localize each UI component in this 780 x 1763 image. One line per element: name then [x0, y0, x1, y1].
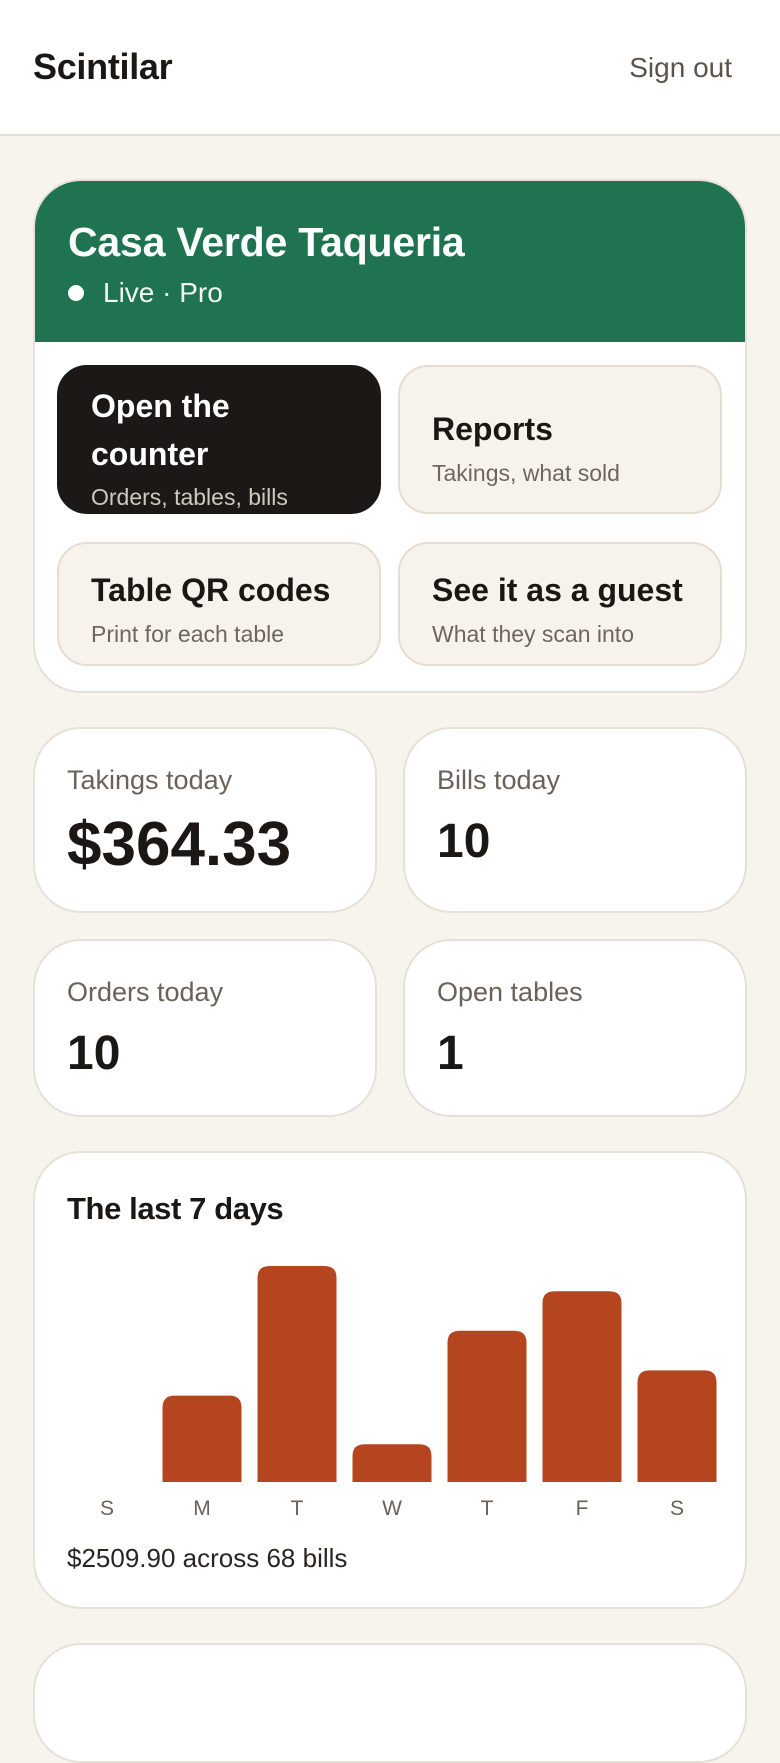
stat-label: Takings today [67, 765, 233, 795]
open-tables-card: Open tables 1 [403, 939, 747, 1117]
open-counter-button[interactable]: Open the counter Orders, tables, bills [57, 365, 381, 514]
venue-status-text: Live · Pro [103, 277, 223, 308]
venue-status: Live · Pro [68, 277, 223, 309]
action-subtitle: Orders, tables, bills [91, 484, 288, 510]
action-title: Reports [432, 411, 553, 447]
action-subtitle: What they scan into [432, 621, 634, 647]
top-bar: Scintilar Sign out [0, 0, 780, 136]
action-subtitle: Print for each table [91, 621, 285, 647]
open-tables-value: 1 [437, 1027, 464, 1080]
orders-today-card: Orders today 10 [33, 939, 377, 1117]
bar-1 [162, 1395, 242, 1482]
stat-label: Bills today [437, 765, 561, 795]
brand-logo[interactable]: Scintilar [33, 46, 173, 88]
bar-6 [637, 1370, 717, 1482]
day-label-1: M [193, 1497, 211, 1520]
action-title: Table QR codes [91, 572, 331, 608]
venue-card: Casa Verde Taqueria Live · Pro Open the … [33, 179, 747, 693]
sign-out-link[interactable]: Sign out [629, 52, 732, 84]
bills-today-card: Bills today 10 [403, 727, 747, 913]
bar-2 [257, 1266, 337, 1482]
takings-today-card: Takings today $364.33 [33, 727, 377, 913]
action-subtitle: Takings, what sold [432, 460, 620, 486]
table-qr-codes-button[interactable]: Table QR codes Print for each table [57, 542, 381, 666]
bar-3 [352, 1444, 432, 1482]
action-title: See it as a guest [432, 572, 683, 608]
day-label-4: T [481, 1497, 494, 1520]
bar-4 [447, 1330, 527, 1482]
orders-today-value: 10 [67, 1027, 121, 1080]
last-7-days-card: The last 7 days SMTWTFS $2509.90 across … [33, 1151, 747, 1609]
venue-header: Casa Verde Taqueria Live · Pro [35, 181, 745, 342]
day-label-3: W [382, 1497, 402, 1520]
reports-button[interactable]: Reports Takings, what sold [398, 365, 722, 514]
stat-label: Orders today [67, 977, 224, 1007]
day-label-0: S [100, 1497, 114, 1520]
venue-name: Casa Verde Taqueria [68, 219, 465, 265]
next-section-card [33, 1643, 747, 1763]
bar-5 [542, 1291, 622, 1482]
chart-summary: $2509.90 across 68 bills [67, 1543, 348, 1573]
bills-today-value: 10 [437, 815, 491, 868]
stat-label: Open tables [437, 977, 583, 1007]
guest-view-button[interactable]: See it as a guest What they scan into [398, 542, 722, 666]
action-title: Open the counter [91, 388, 230, 472]
takings-today-value: $364.33 [67, 810, 292, 879]
day-label-5: F [576, 1497, 589, 1520]
day-label-6: S [670, 1497, 684, 1520]
live-status-dot-icon [68, 285, 84, 301]
day-label-2: T [291, 1497, 304, 1520]
bar-chart: SMTWTFS [100, 1266, 717, 1520]
